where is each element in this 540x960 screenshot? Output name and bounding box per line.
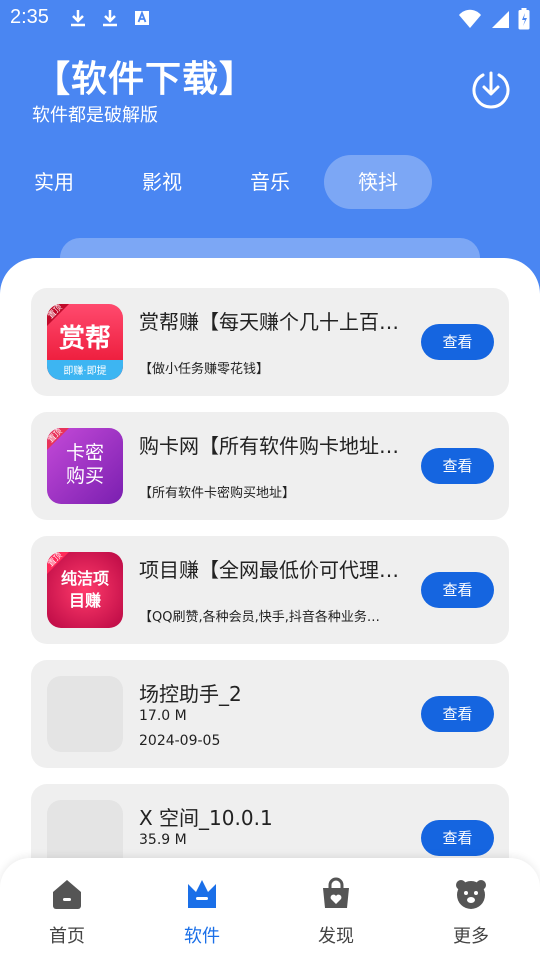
battery-icon [518,8,530,30]
wifi-icon [459,9,481,28]
app-icon-subtext: 即赚·即提 [63,366,107,377]
notification-icons [68,8,152,28]
app-description: 【做小任务赚零花钱】 [139,362,270,377]
list-item[interactable]: 赏帮 即赚·即提 置顶 赏帮赚【每天赚个几十上百… 【做小任务赚零花钱】 查看 [31,288,509,396]
font-notification-icon [135,10,149,25]
system-status-icons [458,8,530,30]
app-icon-text: 赏帮 [58,324,111,354]
download-circle-icon [472,71,510,109]
nav-home[interactable]: 首页 [22,876,112,948]
category-tabs: 实用 影视 音乐 筷抖 [0,155,540,211]
view-button[interactable]: 查看 [421,696,494,732]
page-title: 【软件下载】 [34,59,257,100]
download-notification-icon [103,10,117,27]
crown-icon [188,880,216,908]
view-button[interactable]: 查看 [421,324,494,360]
signal-icon [492,11,509,28]
tab-kuaidou[interactable]: 筷抖 [324,155,432,209]
app-icon-text: 卡密购买 [65,442,104,487]
tab-video[interactable]: 影视 [108,155,216,209]
view-button[interactable]: 查看 [421,820,494,856]
tab-music[interactable]: 音乐 [216,155,324,209]
app-date: 2024-09-05 [139,733,221,749]
content-sheet: 赏帮 即赚·即提 置顶 赏帮赚【每天赚个几十上百… 【做小任务赚零花钱】 查看 … [0,258,540,960]
app-name: 购卡网【所有软件购卡地址… [139,434,399,458]
nav-home-label: 首页 [49,926,85,947]
nav-more[interactable]: 更多 [426,876,516,948]
app-name: 项目赚【全网最低价可代理… [139,558,399,582]
nav-more-label: 更多 [453,926,489,947]
bear-icon [456,880,486,909]
list-item[interactable]: 卡密购买 置顶 购卡网【所有软件购卡地址… 【所有软件卡密购买地址】 查看 [31,412,509,520]
nav-software[interactable]: 软件 [157,876,247,948]
home-icon [53,880,81,909]
bottom-navigation: 首页 软件 发现 更多 [0,858,540,960]
view-button[interactable]: 查看 [421,572,494,608]
app-name: X 空间_10.0.1 [139,806,273,830]
tab-practical[interactable]: 实用 [0,155,108,209]
app-size: 17.0 M [139,708,187,724]
app-icon-gouka: 卡密购买 置顶 [47,428,123,504]
app-icon-text: 纯洁项目赚 [60,569,109,610]
nav-discover-label: 发现 [318,926,354,947]
app-name: 场控助手_2 [139,682,242,706]
download-notification-icon [71,10,85,27]
status-time: 2:35 [10,6,49,28]
status-bar: 2:35 [0,0,540,38]
app-description: 【QQ刷赞,各种会员,快手,抖音各种业务… [139,610,380,625]
nav-software-label: 软件 [184,926,220,947]
bag-icon [323,877,349,908]
list-item[interactable]: 场控助手_2 17.0 M 2024-09-05 查看 [31,660,509,768]
nav-discover[interactable]: 发现 [291,876,381,948]
view-button[interactable]: 查看 [421,448,494,484]
app-icon-placeholder [47,676,123,752]
app-icon-shangbang: 赏帮 即赚·即提 置顶 [47,304,123,380]
page-subtitle: 软件都是破解版 [32,105,158,126]
app-description: 【所有软件卡密购买地址】 [139,486,296,501]
app-name: 赏帮赚【每天赚个几十上百… [139,310,399,334]
app-icon-xiangmuzhuan: 纯洁项目赚 置顶 [47,552,123,628]
download-button[interactable] [470,68,512,110]
list-item[interactable]: 纯洁项目赚 置顶 项目赚【全网最低价可代理… 【QQ刷赞,各种会员,快手,抖音各… [31,536,509,644]
app-size: 35.9 M [139,832,187,848]
